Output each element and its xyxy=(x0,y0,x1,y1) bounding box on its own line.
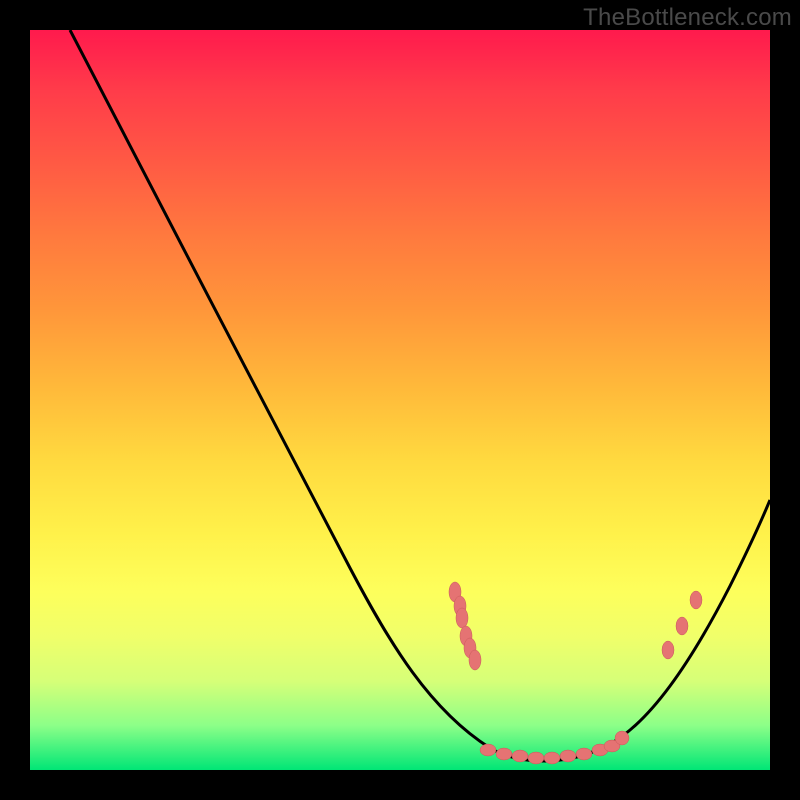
watermark-text: TheBottleneck.com xyxy=(583,4,792,32)
gradient-plot-area xyxy=(30,30,770,770)
bottleneck-curve xyxy=(30,30,770,770)
curve-markers xyxy=(449,582,702,764)
